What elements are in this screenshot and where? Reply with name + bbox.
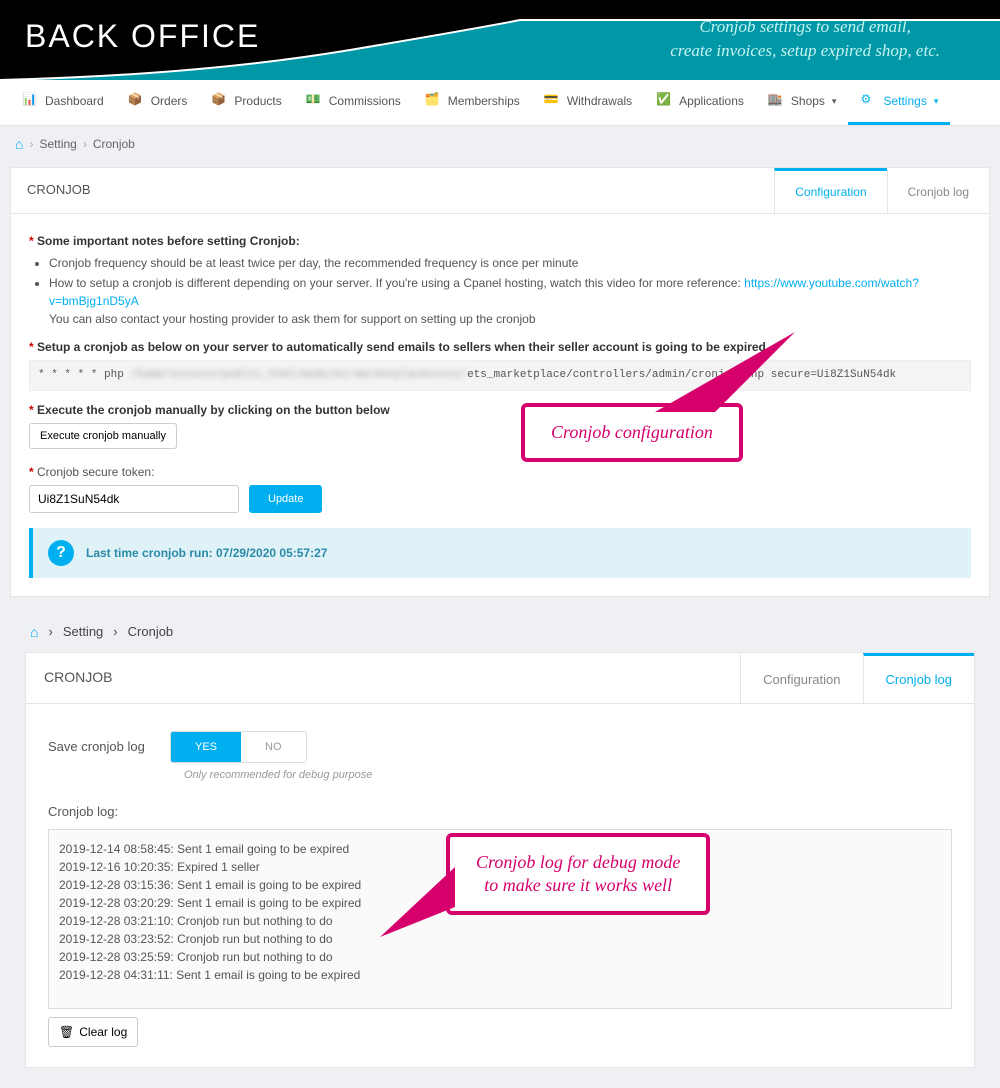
commissions-icon: 💵 bbox=[306, 92, 324, 110]
breadcrumb-setting[interactable]: Setting bbox=[63, 624, 103, 639]
panel-title: CRONJOB bbox=[26, 653, 740, 703]
nav-settings[interactable]: ⚙Settings▾ bbox=[848, 80, 950, 125]
last-run-text: Last time cronjob run: 07/29/2020 05:57:… bbox=[86, 544, 327, 562]
chevron-right-icon: › bbox=[83, 137, 87, 151]
callout-log: Cronjob log for debug mode to make sure … bbox=[446, 833, 710, 916]
notes-heading: Some important notes before setting Cron… bbox=[37, 234, 300, 248]
breadcrumb-cronjob: Cronjob bbox=[128, 624, 174, 639]
toggle-no[interactable]: NO bbox=[241, 732, 306, 763]
token-input[interactable] bbox=[29, 485, 239, 513]
log-label: Cronjob log: bbox=[48, 802, 952, 822]
token-label: Cronjob secure token: bbox=[37, 465, 154, 479]
tab-configuration[interactable]: Configuration bbox=[774, 168, 886, 213]
note-item: Cronjob frequency should be at least twi… bbox=[49, 254, 971, 272]
info-icon: ? bbox=[48, 540, 74, 566]
dashboard-icon: 📊 bbox=[22, 92, 40, 110]
cron-command: * * * * * php /home/xxxxxxx/public_html/… bbox=[29, 360, 971, 391]
cronjob-log-panel: CRONJOB Configuration Cronjob log Save c… bbox=[25, 652, 975, 1069]
save-log-label: Save cronjob log bbox=[48, 737, 158, 757]
trash-icon: 🗑 bbox=[59, 1025, 74, 1039]
shops-icon: 🏬 bbox=[768, 92, 786, 110]
nav-dashboard[interactable]: 📊Dashboard bbox=[10, 80, 116, 125]
home-icon[interactable]: ⌂ bbox=[30, 624, 38, 640]
gear-icon: ⚙ bbox=[860, 92, 878, 110]
cronjob-config-panel: CRONJOB Configuration Cronjob log * Some… bbox=[10, 167, 990, 597]
tab-configuration[interactable]: Configuration bbox=[740, 653, 862, 703]
applications-icon: ✅ bbox=[656, 92, 674, 110]
log-line: 2019-12-28 03:25:59: Cronjob run but not… bbox=[59, 948, 941, 966]
orders-icon: 📦 bbox=[128, 92, 146, 110]
clear-log-button[interactable]: 🗑 Clear log bbox=[48, 1017, 138, 1047]
home-icon[interactable]: ⌂ bbox=[15, 136, 23, 152]
log-line: 2019-12-28 03:23:52: Cronjob run but not… bbox=[59, 930, 941, 948]
info-bar: ? Last time cronjob run: 07/29/2020 05:5… bbox=[29, 528, 971, 578]
nav-memberships[interactable]: 🗂️Memberships bbox=[413, 80, 532, 125]
top-nav: 📊Dashboard 📦Orders 📦Products 💵Commission… bbox=[0, 80, 1000, 126]
memberships-icon: 🗂️ bbox=[425, 92, 443, 110]
exec-heading: Execute the cronjob manually by clicking… bbox=[37, 403, 390, 417]
save-log-hint: Only recommended for debug purpose bbox=[184, 767, 952, 784]
breadcrumb-setting[interactable]: Setting bbox=[39, 137, 76, 151]
execute-cronjob-button[interactable]: Execute cronjob manually bbox=[29, 423, 177, 449]
nav-commissions[interactable]: 💵Commissions bbox=[294, 80, 413, 125]
nav-withdrawals[interactable]: 💳Withdrawals bbox=[532, 80, 644, 125]
banner-title: BACK OFFICE bbox=[25, 18, 260, 55]
update-button[interactable]: Update bbox=[249, 485, 322, 513]
log-line: 2019-12-28 04:31:11: Sent 1 email is goi… bbox=[59, 966, 941, 984]
breadcrumb: ⌂ › Setting › Cronjob bbox=[0, 126, 1000, 162]
save-log-toggle[interactable]: YES NO bbox=[170, 731, 307, 764]
breadcrumb-cronjob: Cronjob bbox=[93, 137, 135, 151]
toggle-yes[interactable]: YES bbox=[171, 732, 241, 763]
tab-cronjob-log[interactable]: Cronjob log bbox=[887, 168, 989, 213]
chevron-down-icon: ▾ bbox=[934, 96, 939, 107]
nav-applications[interactable]: ✅Applications bbox=[644, 80, 756, 125]
callout-config: Cronjob configuration bbox=[521, 403, 743, 462]
chevron-right-icon: › bbox=[48, 624, 52, 639]
withdrawals-icon: 💳 bbox=[544, 92, 562, 110]
chevron-down-icon: ▾ bbox=[832, 96, 837, 107]
banner-subtitle: Cronjob settings to send email, create i… bbox=[670, 15, 940, 63]
note-item: How to setup a cronjob is different depe… bbox=[49, 274, 971, 328]
nav-products[interactable]: 📦Products bbox=[199, 80, 293, 125]
header-banner: BACK OFFICE Cronjob settings to send ema… bbox=[0, 0, 1000, 80]
chevron-right-icon: › bbox=[29, 137, 33, 151]
nav-shops[interactable]: 🏬Shops▾ bbox=[756, 80, 849, 125]
chevron-right-icon: › bbox=[113, 624, 117, 639]
panel-title: CRONJOB bbox=[11, 168, 774, 213]
products-icon: 📦 bbox=[211, 92, 229, 110]
breadcrumb: ⌂ › Setting › Cronjob bbox=[0, 612, 1000, 652]
tab-cronjob-log[interactable]: Cronjob log bbox=[863, 653, 975, 703]
nav-orders[interactable]: 📦Orders bbox=[116, 80, 200, 125]
